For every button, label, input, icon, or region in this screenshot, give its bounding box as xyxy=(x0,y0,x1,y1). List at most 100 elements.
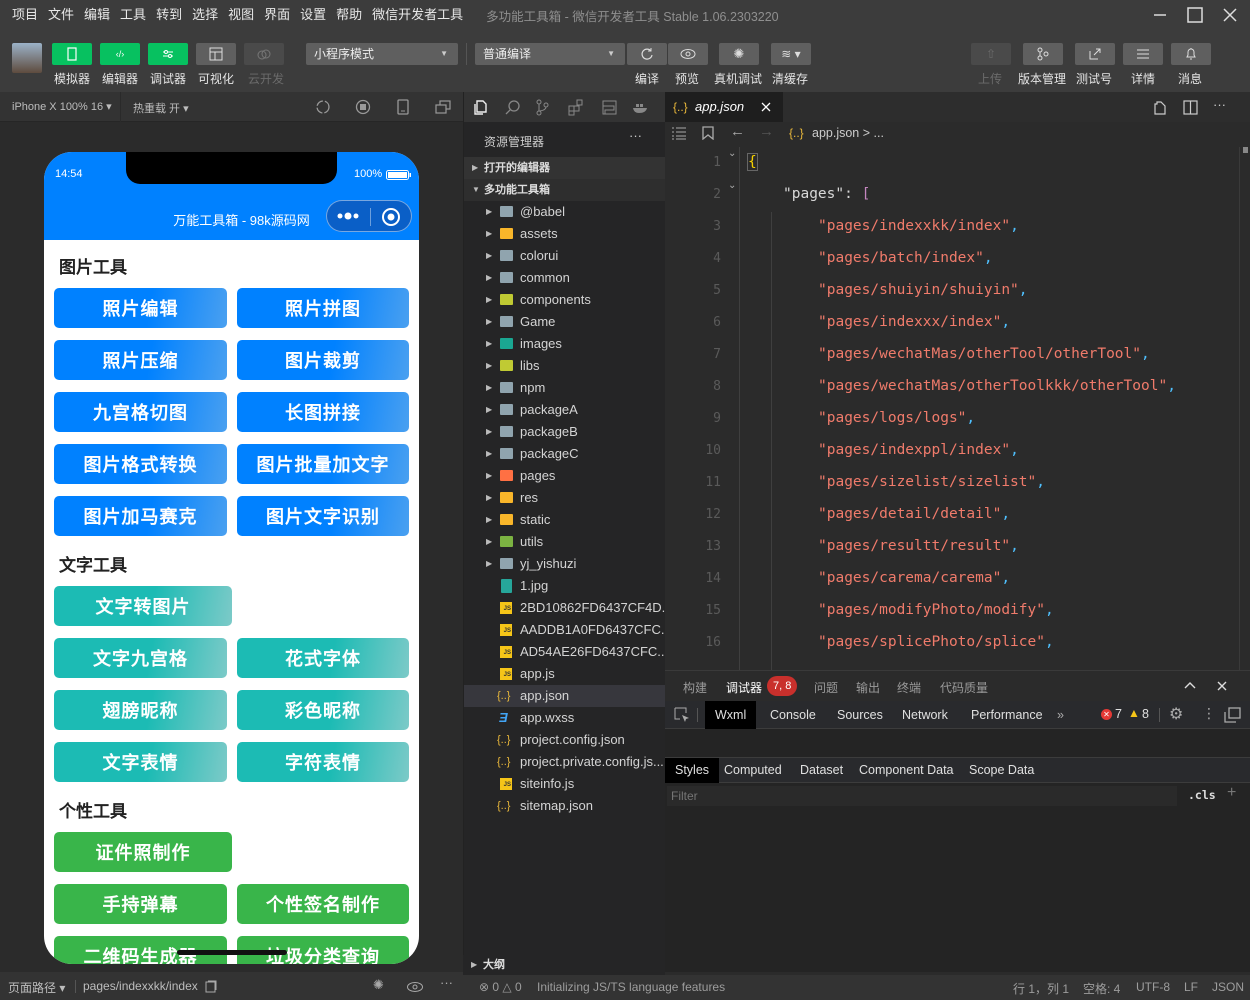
folder-item[interactable]: ▶ packageA xyxy=(464,399,666,421)
close-window-button[interactable] xyxy=(1213,0,1247,30)
folder-item[interactable]: ▶ common xyxy=(464,267,666,289)
tool-button[interactable]: 证件照制作 xyxy=(54,832,232,872)
detach-window-icon[interactable] xyxy=(435,99,451,115)
files-icon[interactable] xyxy=(472,99,489,116)
chevron-up-icon[interactable] xyxy=(1184,681,1196,689)
file-item[interactable]: JS 2BD10862FD6437CF4D... xyxy=(464,597,666,619)
kebab-menu-icon[interactable]: ⋮ xyxy=(1202,705,1216,722)
project-section[interactable]: ▼ 多功能工具箱 xyxy=(464,179,666,201)
file-item[interactable]: {..} app.json xyxy=(464,685,666,707)
menu-wechat-devtools[interactable]: 微信开发者工具 xyxy=(367,0,468,30)
file-item[interactable]: JS AADDB1A0FD6437CFC... xyxy=(464,619,666,641)
file-item[interactable]: 1.jpg xyxy=(464,575,666,597)
folder-item[interactable]: ▶ utils xyxy=(464,531,666,553)
preview-button[interactable] xyxy=(668,43,708,65)
mode-select[interactable]: 小程序模式 ▼ xyxy=(306,43,458,65)
open-changes-icon[interactable] xyxy=(1152,100,1168,115)
tab-code-quality[interactable]: 代码质量 xyxy=(940,679,988,696)
file-item[interactable]: {..} project.config.json xyxy=(464,729,666,751)
bookmark-icon[interactable] xyxy=(702,126,714,140)
tool-button[interactable]: 文字表情 xyxy=(54,742,227,782)
more-dots-icon[interactable] xyxy=(337,212,361,220)
tab-network[interactable]: Network xyxy=(892,701,958,729)
file-item[interactable]: JS AD54AE26FD6437CFC... xyxy=(464,641,666,663)
extensions-icon[interactable] xyxy=(567,99,584,116)
add-rule-icon[interactable]: + xyxy=(1227,784,1236,802)
list-icon[interactable] xyxy=(671,127,687,140)
open-editors-section[interactable]: ▶ 打开的编辑器 xyxy=(464,157,666,179)
device-select[interactable]: iPhone X 100% 16 ▾ xyxy=(12,100,112,113)
tool-button[interactable]: 图片文字识别 xyxy=(237,496,409,536)
tab-problems[interactable]: 问题 xyxy=(814,679,838,696)
tool-button[interactable]: 图片格式转换 xyxy=(54,444,227,484)
folder-item[interactable]: ▶ Game xyxy=(464,311,666,333)
close-panel-icon[interactable] xyxy=(1217,681,1227,691)
undock-icon[interactable] xyxy=(1224,707,1241,723)
menu-select[interactable]: 选择 xyxy=(187,0,223,30)
details-button[interactable] xyxy=(1123,43,1163,65)
tool-button[interactable]: 文字九宫格 xyxy=(54,638,227,678)
page-path-select[interactable]: 页面路径 ▾ xyxy=(8,979,65,996)
folder-item[interactable]: ▶ libs xyxy=(464,355,666,377)
visual-button[interactable] xyxy=(196,43,236,65)
docker-icon[interactable] xyxy=(632,99,649,116)
forward-arrow-icon[interactable]: → xyxy=(759,123,774,140)
more-icon[interactable]: ··· xyxy=(440,975,453,990)
tab-console[interactable]: Console xyxy=(760,701,826,729)
tab-app-json[interactable]: {..} app.json xyxy=(665,92,783,122)
tool-button[interactable]: 九宫格切图 xyxy=(54,392,227,432)
tab-component-data[interactable]: Component Data xyxy=(849,758,964,783)
compile-button[interactable] xyxy=(627,43,667,65)
breadcrumb[interactable]: app.json > ... xyxy=(812,126,884,140)
test-account-button[interactable] xyxy=(1075,43,1115,65)
tab-performance[interactable]: Performance xyxy=(961,701,1053,729)
menu-help[interactable]: 帮助 xyxy=(331,0,367,30)
clear-cache-button[interactable]: ≋ ▾ xyxy=(771,43,811,65)
tool-button[interactable]: 图片批量加文字 xyxy=(237,444,409,484)
folder-item[interactable]: ▶ assets xyxy=(464,223,666,245)
menu-edit[interactable]: 编辑 xyxy=(79,0,115,30)
tool-button[interactable]: 彩色昵称 xyxy=(237,690,409,730)
tab-build[interactable]: 构建 xyxy=(683,679,707,696)
file-item[interactable]: JS app.js xyxy=(464,663,666,685)
inspect-element-icon[interactable] xyxy=(674,707,690,723)
avatar[interactable] xyxy=(12,43,42,73)
close-tab-icon[interactable] xyxy=(761,102,771,112)
tab-dataset[interactable]: Dataset xyxy=(790,758,853,783)
tool-button[interactable]: 个性签名制作 xyxy=(237,884,409,924)
tool-button[interactable]: 字符表情 xyxy=(237,742,409,782)
close-miniprogram-icon[interactable] xyxy=(381,207,401,227)
folder-item[interactable]: ▶ components xyxy=(464,289,666,311)
capsule-menu[interactable] xyxy=(326,200,412,232)
file-item[interactable]: JS siteinfo.js xyxy=(464,773,666,795)
back-arrow-icon[interactable]: ← xyxy=(730,123,745,140)
folder-item[interactable]: ▶ packageC xyxy=(464,443,666,465)
cloud-button[interactable] xyxy=(244,43,284,65)
tab-scope-data[interactable]: Scope Data xyxy=(959,758,1044,783)
styles-filter-input[interactable] xyxy=(667,786,1177,806)
save-icon[interactable] xyxy=(601,99,618,116)
tool-button[interactable]: 长图拼接 xyxy=(237,392,409,432)
tab-debugger[interactable]: 调试器 xyxy=(726,679,763,702)
editor-button[interactable]: ‹/› xyxy=(100,43,140,65)
fold-chevron-icon[interactable]: ⌄ xyxy=(728,180,736,191)
folder-item[interactable]: ▶ images xyxy=(464,333,666,355)
folder-item[interactable]: ▶ colorui xyxy=(464,245,666,267)
rotate-icon[interactable] xyxy=(315,99,331,115)
messages-button[interactable] xyxy=(1171,43,1211,65)
folder-item[interactable]: ▶ npm xyxy=(464,377,666,399)
upload-button[interactable]: ⇧ xyxy=(971,43,1011,65)
device-icon[interactable] xyxy=(395,99,411,115)
menu-view[interactable]: 视图 xyxy=(223,0,259,30)
more-icon[interactable]: ··· xyxy=(629,128,642,143)
gear-icon[interactable]: ⚙ xyxy=(1169,704,1183,724)
error-count[interactable]: 7 xyxy=(1115,707,1122,721)
stop-icon[interactable] xyxy=(355,99,371,115)
cursor-position[interactable]: 行 1，列 1 xyxy=(1013,980,1069,997)
folder-item[interactable]: ▶ res xyxy=(464,487,666,509)
vertical-scrollbar[interactable] xyxy=(1239,147,1250,672)
tool-button[interactable]: 照片拼图 xyxy=(237,288,409,328)
folder-item[interactable]: ▶ static xyxy=(464,509,666,531)
split-editor-icon[interactable] xyxy=(1183,100,1198,115)
tool-button[interactable]: 翅膀昵称 xyxy=(54,690,227,730)
